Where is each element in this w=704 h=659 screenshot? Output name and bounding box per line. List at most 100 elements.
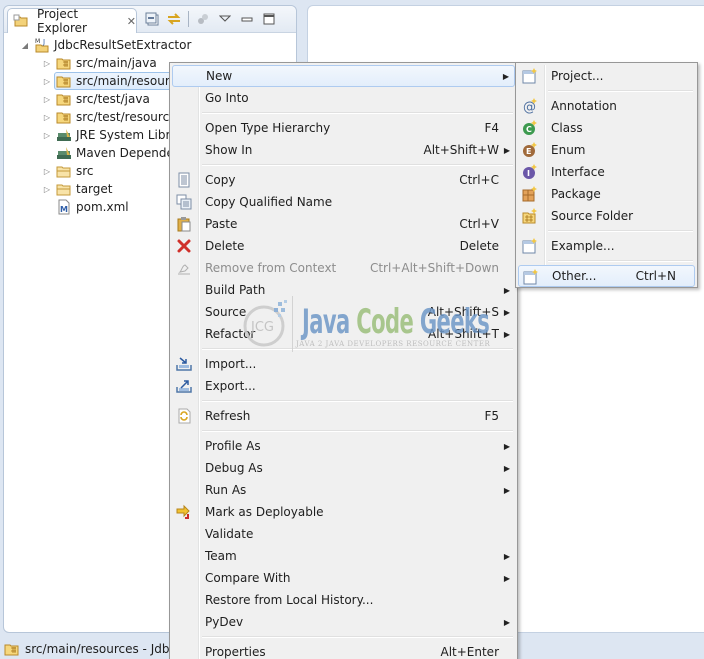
collapsed-icon[interactable]: ▷ — [42, 184, 52, 194]
view-menu-icon[interactable] — [217, 11, 233, 27]
svg-text:E: E — [526, 147, 531, 156]
menu-item-example[interactable]: Example... — [518, 235, 695, 257]
paste-icon — [176, 216, 192, 232]
menu-separator — [172, 427, 515, 435]
menu-item-compare-with[interactable]: Compare With ▶ — [172, 567, 515, 589]
link-with-editor-icon[interactable] — [166, 11, 182, 27]
project-explorer-icon — [13, 13, 29, 29]
menu-item-label: Copy — [205, 173, 236, 187]
view-tab-bar: Project Explorer ✕ — [4, 6, 296, 35]
expanded-icon[interactable]: ◢ — [20, 40, 30, 50]
new-enum-icon: E — [522, 142, 538, 158]
menu-item-shortcut: Alt+Shift+W — [423, 143, 500, 157]
menu-item-restore-from-local-history[interactable]: Restore from Local History... — [172, 589, 515, 611]
collapsed-icon[interactable]: ▷ — [42, 76, 52, 86]
menu-item-source-folder[interactable]: Source Folder — [518, 205, 695, 227]
menu-item-label: Mark as Deployable — [205, 505, 324, 519]
menu-item-shortcut: Ctrl+V — [459, 217, 499, 231]
menu-item-label: Run As — [205, 483, 247, 497]
menu-item-label: Example... — [551, 239, 615, 253]
collapse-all-icon[interactable] — [144, 11, 160, 27]
menu-item-copy[interactable]: Copy Ctrl+C — [172, 169, 515, 191]
menu-item-source[interactable]: Source Alt+Shift+S ▶ — [172, 301, 515, 323]
menu-item-label: Paste — [205, 217, 238, 231]
tree-item-project[interactable]: ◢ MJ JdbcResultSetExtractor — [4, 36, 296, 54]
menu-item-delete[interactable]: Delete Delete — [172, 235, 515, 257]
menu-item-validate[interactable]: Validate — [172, 523, 515, 545]
menu-item-label: PyDev — [205, 615, 244, 629]
menu-item-go-into[interactable]: Go Into — [172, 87, 515, 109]
close-icon[interactable]: ✕ — [127, 15, 136, 28]
menu-item-properties[interactable]: Properties Alt+Enter — [172, 641, 515, 659]
tree-item-label: pom.xml — [76, 200, 129, 214]
library-icon — [56, 127, 72, 143]
tab-project-explorer[interactable]: Project Explorer ✕ — [7, 7, 137, 35]
svg-text:C: C — [526, 125, 532, 134]
menu-item-shortcut: Alt+Enter — [440, 645, 499, 659]
menu-item-label: Package — [551, 187, 601, 201]
menu-item-project[interactable]: Project... — [518, 65, 695, 87]
context-menu: New ▶ Go Into Open Type Hierarchy F4 Show In A… — [169, 62, 518, 659]
new-interface-icon: I — [522, 164, 538, 180]
menu-item-label: Team — [205, 549, 237, 563]
tree-item-label: src/test/java — [76, 92, 150, 106]
menu-item-other[interactable]: Other... Ctrl+N — [518, 265, 695, 287]
menu-item-shortcut: Ctrl+C — [459, 173, 499, 187]
tree-item-label: src/test/resources — [76, 110, 183, 124]
collapsed-icon[interactable]: ▷ — [42, 94, 52, 104]
copy-icon — [176, 172, 192, 188]
menu-item-interface[interactable]: I Interface — [518, 161, 695, 183]
collapsed-icon[interactable]: ▷ — [42, 130, 52, 140]
maximize-icon[interactable] — [261, 11, 277, 27]
collapsed-icon[interactable]: ▷ — [42, 112, 52, 122]
minimize-icon[interactable] — [239, 11, 255, 27]
menu-item-refresh[interactable]: Refresh F5 — [172, 405, 515, 427]
menu-item-label: Source Folder — [551, 209, 634, 223]
menu-item-package[interactable]: Package — [518, 183, 695, 205]
menu-item-profile-as[interactable]: Profile As ▶ — [172, 435, 515, 457]
deploy-icon — [176, 504, 192, 520]
menu-item-paste[interactable]: Paste Ctrl+V — [172, 213, 515, 235]
menu-item-annotation[interactable]: @ Annotation — [518, 95, 695, 117]
collapsed-icon[interactable]: ▷ — [42, 166, 52, 176]
menu-item-export[interactable]: Export... — [172, 375, 515, 397]
tab-label: Project Explorer — [37, 7, 87, 35]
new-source-folder-icon — [522, 208, 538, 224]
submenu-arrow-icon: ▶ — [503, 307, 510, 317]
menu-item-copy-qualified-name[interactable]: Copy Qualified Name — [172, 191, 515, 213]
menu-item-team[interactable]: Team ▶ — [172, 545, 515, 567]
menu-item-label: Validate — [205, 527, 254, 541]
submenu-arrow-icon: ▶ — [503, 551, 510, 561]
svg-text:M: M — [60, 205, 68, 214]
maven-project-icon: MJ — [34, 37, 50, 53]
menu-item-new[interactable]: New ▶ — [172, 65, 515, 87]
tree-item-label: src — [76, 164, 94, 178]
focus-icon[interactable] — [195, 11, 211, 27]
menu-separator — [172, 109, 515, 117]
menu-item-label: Copy Qualified Name — [205, 195, 333, 209]
menu-item-run-as[interactable]: Run As ▶ — [172, 479, 515, 501]
menu-item-import[interactable]: Import... — [172, 353, 515, 375]
menu-item-class[interactable]: C Class — [518, 117, 695, 139]
menu-item-enum[interactable]: E Enum — [518, 139, 695, 161]
submenu-arrow-icon: ▶ — [502, 71, 509, 81]
menu-item-mark-as-deployable[interactable]: Mark as Deployable — [172, 501, 515, 523]
delete-icon — [176, 238, 192, 254]
menu-item-label: Annotation — [551, 99, 617, 113]
menu-item-debug-as[interactable]: Debug As ▶ — [172, 457, 515, 479]
menu-item-build-path[interactable]: Build Path ▶ — [172, 279, 515, 301]
menu-item-shortcut: Delete — [459, 239, 499, 253]
submenu-arrow-icon: ▶ — [503, 329, 510, 339]
menu-item-label: Go Into — [205, 91, 249, 105]
menu-item-open-type-hierarchy[interactable]: Open Type Hierarchy F4 — [172, 117, 515, 139]
menu-item-label: Class — [551, 121, 583, 135]
new-annotation-icon: @ — [522, 98, 538, 114]
tree-item-label: src/main/java — [76, 56, 157, 70]
collapsed-icon[interactable]: ▷ — [42, 58, 52, 68]
menu-item-pydev[interactable]: PyDev ▶ — [172, 611, 515, 633]
source-folder-icon — [56, 91, 72, 107]
menu-item-show-in[interactable]: Show In Alt+Shift+W ▶ — [172, 139, 515, 161]
menu-separator — [172, 397, 515, 405]
menu-item-refactor[interactable]: Refactor Alt+Shift+T ▶ — [172, 323, 515, 345]
svg-text:I: I — [527, 169, 530, 178]
